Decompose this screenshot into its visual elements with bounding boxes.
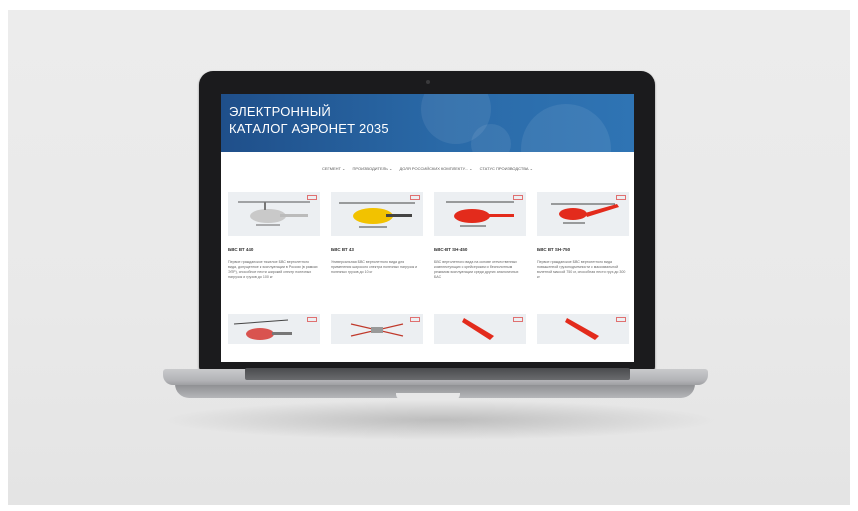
laptop-shadow xyxy=(160,400,720,440)
filter-nav: СЕГМЕНТ ⌄ ПРОИЗВОДИТЕЛЬ ⌄ ДОЛЯ РОССИЙСКИ… xyxy=(221,166,634,171)
status-badge xyxy=(410,195,420,200)
product-card[interactable] xyxy=(434,314,526,344)
status-badge xyxy=(410,317,420,322)
laptop-hinge xyxy=(396,393,460,400)
status-badge xyxy=(307,195,317,200)
hero-banner: ЭЛЕКТРОННЫЙ КАТАЛОГ АЭРОНЕТ 2035 xyxy=(221,94,634,152)
product-card[interactable] xyxy=(228,314,320,344)
product-card[interactable] xyxy=(537,314,629,344)
status-badge xyxy=(307,317,317,322)
product-image[interactable] xyxy=(537,192,629,236)
product-card[interactable]: БВС ВТ 43 Универсальная БВС вертолетного… xyxy=(331,192,423,274)
product-card[interactable] xyxy=(331,314,423,344)
product-name[interactable]: БВС ВТ 440 xyxy=(228,247,253,252)
product-description: БВС вертолетного вида на основе отечеств… xyxy=(434,260,519,279)
product-image[interactable] xyxy=(228,192,320,236)
product-name[interactable]: БВС ВТ 43 xyxy=(331,247,354,252)
product-card[interactable]: БВС-ВТ SH-450 БВС вертолетного вида на о… xyxy=(434,192,526,279)
filter-components[interactable]: ДОЛЯ РОССИЙСКИХ КОМПЛЕКТУ... ⌄ xyxy=(400,166,473,171)
filter-segment[interactable]: СЕГМЕНТ ⌄ xyxy=(322,166,345,171)
product-description: Первое гражданское тяжелое БВС вертолетн… xyxy=(228,260,318,279)
product-image[interactable] xyxy=(537,314,629,344)
page-title: ЭЛЕКТРОННЫЙ КАТАЛОГ АЭРОНЕТ 2035 xyxy=(229,103,389,137)
product-card[interactable]: БВС ВТ 440 Первое гражданское тяжелое БВ… xyxy=(228,192,320,279)
status-badge xyxy=(616,317,626,322)
camera-icon xyxy=(426,80,430,84)
status-badge xyxy=(616,195,626,200)
product-image[interactable] xyxy=(434,314,526,344)
product-name[interactable]: БВС-ВТ SH-450 xyxy=(434,247,467,252)
title-line-1: ЭЛЕКТРОННЫЙ xyxy=(229,104,331,119)
hero-decoration xyxy=(521,104,611,152)
hero-decoration xyxy=(471,124,511,152)
laptop-keyboard xyxy=(245,368,630,380)
product-image[interactable] xyxy=(331,314,423,344)
status-badge xyxy=(513,195,523,200)
filter-status[interactable]: СТАТУС ПРОИЗВОДСТВА ⌄ xyxy=(480,166,533,171)
laptop-screen: ЭЛЕКТРОННЫЙ КАТАЛОГ АЭРОНЕТ 2035 СЕГМЕНТ… xyxy=(221,94,634,362)
product-card[interactable]: БВС ВТ SH-750 Первое гражданское БВС вер… xyxy=(537,192,629,279)
title-line-2: КАТАЛОГ АЭРОНЕТ 2035 xyxy=(229,121,389,136)
product-name[interactable]: БВС ВТ SH-750 xyxy=(537,247,570,252)
product-description: Универсальная БВС вертолетного вида для … xyxy=(331,260,418,274)
product-image[interactable] xyxy=(228,314,320,344)
product-image[interactable] xyxy=(331,192,423,236)
product-image[interactable] xyxy=(434,192,526,236)
status-badge xyxy=(513,317,523,322)
filter-manufacturer[interactable]: ПРОИЗВОДИТЕЛЬ ⌄ xyxy=(353,166,393,171)
product-description: Первое гражданское БВС вертолетного вида… xyxy=(537,260,626,279)
